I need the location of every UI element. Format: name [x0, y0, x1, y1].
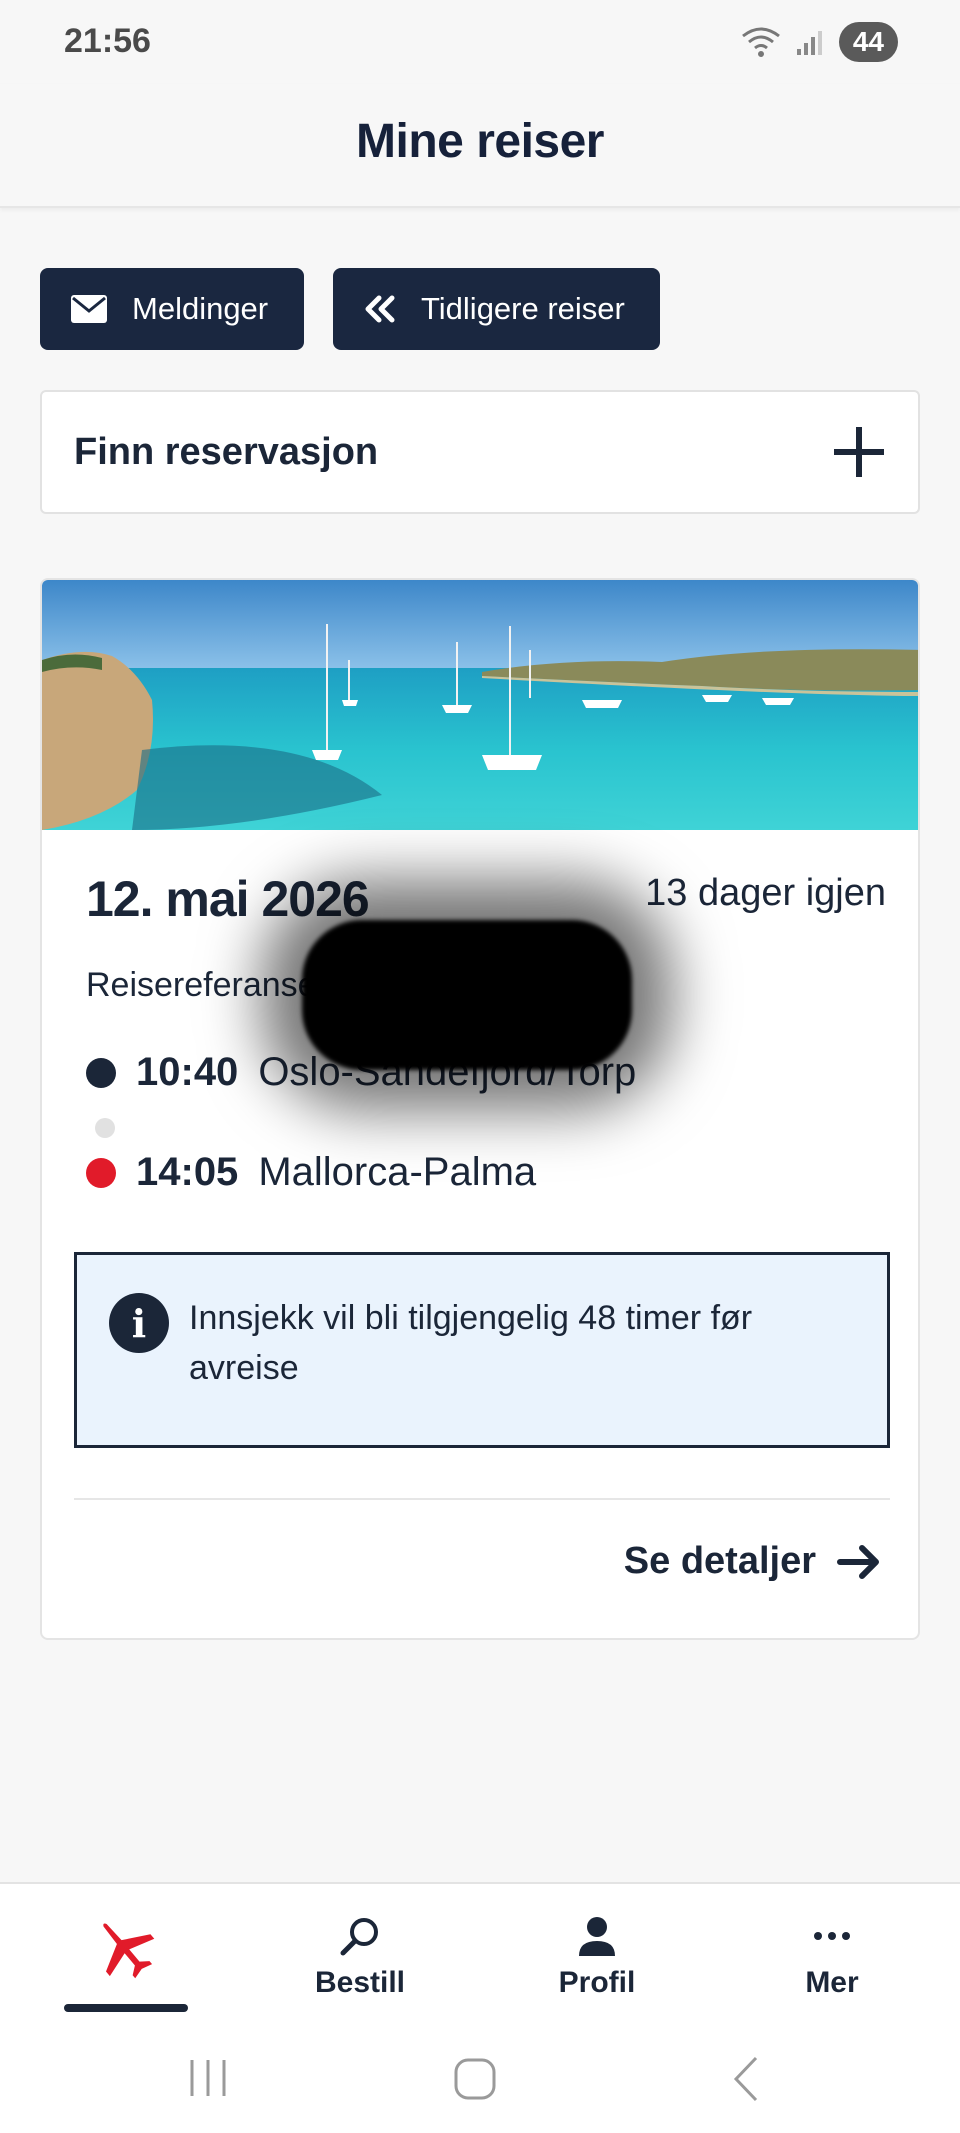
system-navigation: [0, 2024, 960, 2133]
envelope-icon: [71, 295, 107, 323]
arrival-airport: Mallorca-Palma: [258, 1150, 537, 1194]
recents-icon[interactable]: [186, 2056, 230, 2100]
status-icons: 44: [741, 22, 898, 62]
status-bar: 21:56 44: [0, 0, 960, 84]
route-connector-dot: [95, 1118, 115, 1138]
card-divider: [74, 1498, 890, 1500]
battery-indicator: 44: [838, 22, 898, 62]
arrival-dot: [86, 1157, 116, 1188]
trip-card[interactable]: 12. mai 2026 13 dager igjen Reisereferan…: [40, 578, 920, 1640]
trip-countdown: 13 dager igjen: [645, 872, 886, 914]
arrival-leg: 14:05 Mallorca-Palma: [86, 1150, 536, 1195]
plus-icon[interactable]: [832, 425, 886, 479]
nav-profile[interactable]: Profil: [477, 1884, 717, 2026]
checkin-info-box: i Innsjekk vil bli tilgjengelig 48 timer…: [74, 1252, 890, 1448]
double-chevron-left-icon: [365, 295, 395, 323]
trip-date: 12. mai 2026: [86, 871, 370, 927]
booking-reference-label: Reisereferanse: [86, 966, 317, 1004]
app-header: Mine reiser: [0, 84, 960, 208]
messages-label: Meldinger: [132, 291, 269, 326]
wifi-icon: [741, 27, 780, 57]
previous-trips-label: Tidligere reiser: [421, 291, 625, 326]
messages-button[interactable]: Meldinger: [40, 268, 304, 350]
bottom-navigation: Bestill Profil Mer: [0, 1882, 960, 2024]
info-icon: i: [109, 1293, 169, 1353]
home-icon[interactable]: [452, 2056, 498, 2102]
departure-dot: [86, 1057, 116, 1088]
find-reservation-panel[interactable]: Finn reservasjon: [40, 390, 920, 514]
nav-more[interactable]: Mer: [712, 1884, 952, 2026]
back-icon[interactable]: [726, 2054, 766, 2104]
more-icon: [814, 1932, 850, 1940]
destination-image: [42, 580, 918, 830]
search-icon: [340, 1918, 378, 1956]
status-time: 21:56: [64, 22, 151, 60]
nav-order[interactable]: Bestill: [240, 1884, 480, 2026]
arrow-right-icon: [837, 1544, 879, 1579]
nav-order-label: Bestill: [314, 1966, 406, 1999]
signal-icon: [796, 31, 822, 55]
page-title: Mine reiser: [356, 115, 604, 168]
checkin-info-text: Innsjekk vil bli tilgjengelig 48 timer f…: [189, 1299, 753, 1387]
find-reservation-label: Finn reservasjon: [74, 430, 379, 473]
see-details-link[interactable]: Se detaljer: [624, 1540, 882, 1583]
active-tab-indicator: [64, 2004, 188, 2012]
departure-time: 10:40: [136, 1050, 239, 1094]
nav-profile-label: Profil: [558, 1966, 636, 1999]
plane-icon: [103, 1923, 155, 1979]
person-icon: [579, 1917, 615, 1956]
arrival-time: 14:05: [136, 1150, 239, 1194]
redaction-overlay: [302, 920, 632, 1070]
previous-trips-button[interactable]: Tidligere reiser: [333, 268, 660, 350]
nav-more-label: Mer: [805, 1966, 859, 1999]
see-details-label: Se detaljer: [623, 1540, 816, 1582]
